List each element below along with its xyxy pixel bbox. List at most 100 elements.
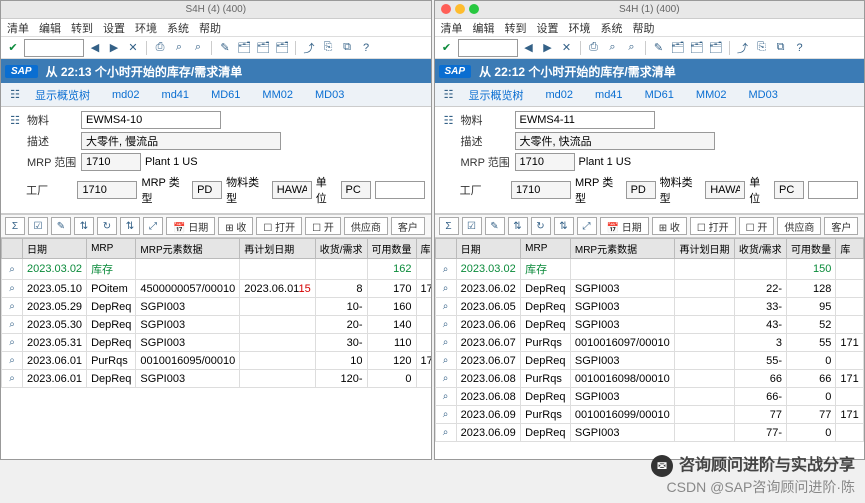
extra-field[interactable] xyxy=(375,181,425,199)
detail-icon[interactable]: ⌕ xyxy=(6,319,18,331)
toolbar-icon[interactable]: ⧉ xyxy=(773,40,789,56)
table-row[interactable]: ⌕ 2023.06.01 DepReq SGPI003 120- 0 xyxy=(2,370,431,388)
col-header[interactable] xyxy=(2,239,23,259)
col-header[interactable]: 再计划日期 xyxy=(240,239,316,259)
table-row[interactable]: ⌕ 2023.05.30 DepReq SGPI003 20- 140 xyxy=(2,316,431,334)
action-icon[interactable]: ☑ xyxy=(28,217,48,235)
action-icon[interactable]: Σ xyxy=(5,217,25,235)
detail-icon[interactable]: ⌕ xyxy=(440,301,452,313)
detail-icon[interactable]: ⌕ xyxy=(6,301,18,313)
action-icon[interactable]: ↻ xyxy=(97,217,117,235)
table-row[interactable]: ⌕ 2023.06.07 DepReq SGPI003 55- 0 xyxy=(435,352,864,370)
menu-item[interactable]: 转到 xyxy=(505,20,527,36)
detail-icon[interactable]: ⌕ xyxy=(6,373,18,385)
tab-MM02[interactable]: MM02 xyxy=(686,86,737,104)
menu-item[interactable]: 系统 xyxy=(601,20,623,36)
tab-md41[interactable]: md41 xyxy=(585,86,633,104)
toolbar-icon[interactable]: ▶ xyxy=(540,40,556,56)
data-grid[interactable]: 日期MRPMRP元素数据再计划日期收货/需求可用数量库 ⌕ 2023.03.02… xyxy=(1,238,431,459)
supplier-btn[interactable]: 供应商 xyxy=(777,217,821,235)
toolbar-icon[interactable]: 🗂 xyxy=(236,40,252,56)
col-header[interactable] xyxy=(435,239,456,259)
supplier-btn[interactable]: 供应商 xyxy=(344,217,388,235)
toolbar-icon[interactable]: ⎙ xyxy=(586,40,602,56)
col-header[interactable]: MRP xyxy=(87,239,136,259)
table-row[interactable]: ⌕ 2023.06.09 PurRqs 0010016099/00010 77 … xyxy=(435,406,864,424)
table-row[interactable]: ⌕ 2023.05.31 DepReq SGPI003 30- 110 xyxy=(2,334,431,352)
detail-icon[interactable]: ⌕ xyxy=(440,355,452,367)
menu-item[interactable]: 清单 xyxy=(7,20,29,36)
material-field[interactable] xyxy=(515,111,655,129)
toolbar-icon[interactable]: ◀ xyxy=(87,40,103,56)
open-btn[interactable]: ☐ 打开 xyxy=(690,217,736,235)
col-header[interactable]: 再计划日期 xyxy=(675,239,734,259)
menu-item[interactable]: 帮助 xyxy=(199,20,221,36)
toolbar-icon[interactable]: ⌕ xyxy=(171,40,187,56)
action-icon[interactable]: ⇅ xyxy=(508,217,528,235)
table-row[interactable]: ⌕ 2023.06.02 DepReq SGPI003 22- 128 xyxy=(435,280,864,298)
expand-btn[interactable]: ☐ 开 xyxy=(305,217,341,235)
tree-icon[interactable]: ☷ xyxy=(441,87,457,103)
toolbar-icon[interactable]: ✕ xyxy=(125,40,141,56)
menu-item[interactable]: 系统 xyxy=(167,20,189,36)
material-icon[interactable]: ☷ xyxy=(441,112,457,128)
menu-item[interactable]: 设置 xyxy=(537,20,559,36)
col-header[interactable]: 收货/需求 xyxy=(734,239,786,259)
toolbar-icon[interactable]: ⤴ xyxy=(735,40,751,56)
action-icon[interactable]: ⤢ xyxy=(577,217,597,235)
detail-icon[interactable]: ⌕ xyxy=(440,391,452,403)
collapse-btn[interactable]: ⊞ 收 xyxy=(652,217,687,235)
toolbar-icon[interactable]: ✎ xyxy=(651,40,667,56)
check-icon[interactable]: ✔ xyxy=(5,40,21,56)
customer-btn[interactable]: 客户 xyxy=(824,217,858,235)
detail-icon[interactable]: ⌕ xyxy=(440,409,452,421)
col-header[interactable]: 日期 xyxy=(23,239,87,259)
toolbar-icon[interactable]: ◀ xyxy=(521,40,537,56)
extra-field[interactable] xyxy=(808,181,858,199)
tab-md02[interactable]: md02 xyxy=(102,86,150,104)
col-header[interactable]: 可用数量 xyxy=(367,239,416,259)
material-field[interactable] xyxy=(81,111,221,129)
tree-icon[interactable]: ☷ xyxy=(7,87,23,103)
open-btn[interactable]: ☐ 打开 xyxy=(256,217,302,235)
table-row[interactable]: ⌕ 2023.06.07 PurRqs 0010016097/00010 3 5… xyxy=(435,334,864,352)
date-btn[interactable]: 📅 日期 xyxy=(166,217,215,235)
toolbar-icon[interactable]: 🗂 xyxy=(255,40,271,56)
table-row[interactable]: ⌕ 2023.06.05 DepReq SGPI003 33- 95 xyxy=(435,298,864,316)
detail-icon[interactable]: ⌕ xyxy=(6,264,18,276)
menu-item[interactable]: 帮助 xyxy=(633,20,655,36)
menu-item[interactable]: 环境 xyxy=(135,20,157,36)
toolbar-icon[interactable]: ▶ xyxy=(106,40,122,56)
toolbar-icon[interactable]: ⎘ xyxy=(754,40,770,56)
table-row[interactable]: ⌕ 2023.06.08 DepReq SGPI003 66- 0 xyxy=(435,388,864,406)
detail-icon[interactable]: ⌕ xyxy=(440,337,452,349)
menu-item[interactable]: 转到 xyxy=(71,20,93,36)
detail-icon[interactable]: ⌕ xyxy=(6,283,18,295)
toolbar-icon[interactable]: ⎘ xyxy=(320,40,336,56)
toolbar-icon[interactable]: ⧉ xyxy=(339,40,355,56)
detail-icon[interactable]: ⌕ xyxy=(440,427,452,439)
col-header[interactable]: MRP xyxy=(521,239,571,259)
menu-item[interactable]: 环境 xyxy=(569,20,591,36)
table-row[interactable]: ⌕ 2023.05.29 DepReq SGPI003 10- 160 xyxy=(2,298,431,316)
command-field[interactable] xyxy=(458,39,518,57)
check-icon[interactable]: ✔ xyxy=(439,40,455,56)
toolbar-icon[interactable]: 🗂 xyxy=(670,40,686,56)
detail-icon[interactable]: ⌕ xyxy=(6,337,18,349)
table-row[interactable]: ⌕ 2023.06.09 DepReq SGPI003 77- 0 xyxy=(435,424,864,442)
action-icon[interactable]: ☑ xyxy=(462,217,482,235)
menu-item[interactable]: 编辑 xyxy=(473,20,495,36)
col-header[interactable]: 可用数量 xyxy=(787,239,836,259)
detail-icon[interactable]: ⌕ xyxy=(440,373,452,385)
data-grid[interactable]: 日期MRPMRP元素数据再计划日期收货/需求可用数量库 ⌕ 2023.03.02… xyxy=(435,238,865,459)
col-header[interactable]: 库 xyxy=(836,239,864,259)
action-icon[interactable]: Σ xyxy=(439,217,459,235)
tab-md02[interactable]: md02 xyxy=(536,86,584,104)
detail-icon[interactable]: ⌕ xyxy=(6,355,18,367)
action-icon[interactable]: ⤢ xyxy=(143,217,163,235)
col-header[interactable]: MRP元素数据 xyxy=(570,239,675,259)
action-icon[interactable]: ↻ xyxy=(531,217,551,235)
menu-item[interactable]: 编辑 xyxy=(39,20,61,36)
tab-MD61[interactable]: MD61 xyxy=(201,86,250,104)
toolbar-icon[interactable]: ? xyxy=(792,40,808,56)
